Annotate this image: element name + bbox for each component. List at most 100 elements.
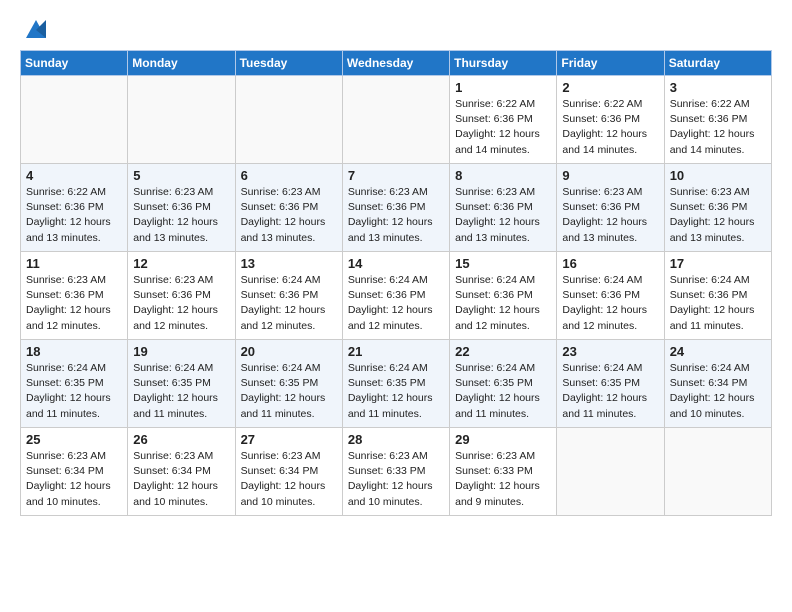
day-detail: Sunrise: 6:24 AMSunset: 6:36 PMDaylight:…: [562, 273, 659, 334]
day-number: 5: [133, 168, 230, 183]
calendar-week-3: 11 Sunrise: 6:23 AMSunset: 6:36 PMDayligh…: [21, 252, 772, 340]
day-number: 9: [562, 168, 659, 183]
days-of-week-row: SundayMondayTuesdayWednesdayThursdayFrid…: [21, 51, 772, 76]
calendar-cell: 8 Sunrise: 6:23 AMSunset: 6:36 PMDaylight…: [450, 164, 557, 252]
calendar-cell: 11Sunrise: 6:23 AMSunset: 6:36 PMDayligh…: [21, 252, 128, 340]
calendar-cell: 29Sunrise: 6:23 AMSunset: 6:33 PMDayligh…: [450, 428, 557, 516]
calendar-cell: 21 Sunrise: 6:24 AMSunset: 6:35 PMDayligh…: [342, 340, 449, 428]
day-detail: Sunrise: 6:22 AMSunset: 6:36 PMDaylight:…: [26, 185, 123, 246]
day-detail: Sunrise: 6:24 AMSunset: 6:35 PMDaylight:…: [241, 361, 338, 422]
calendar-cell: 27 Sunrise: 6:23 AMSunset: 6:34 PMDayligh…: [235, 428, 342, 516]
day-detail: Sunrise: 6:24 AMSunset: 6:36 PMDaylight:…: [670, 273, 767, 334]
day-number: 7: [348, 168, 445, 183]
calendar-cell: 22Sunrise: 6:24 AMSunset: 6:35 PMDayligh…: [450, 340, 557, 428]
calendar-cell: 9 Sunrise: 6:23 AMSunset: 6:36 PMDaylight…: [557, 164, 664, 252]
calendar-cell: 18Sunrise: 6:24 AMSunset: 6:35 PMDayligh…: [21, 340, 128, 428]
calendar-table: SundayMondayTuesdayWednesdayThursdayFrid…: [20, 50, 772, 516]
day-detail: Sunrise: 6:24 AMSunset: 6:34 PMDaylight:…: [670, 361, 767, 422]
day-number: 14: [348, 256, 445, 271]
calendar-cell: 17 Sunrise: 6:24 AMSunset: 6:36 PMDayligh…: [664, 252, 771, 340]
day-of-week-sunday: Sunday: [21, 51, 128, 76]
calendar-cell: 24 Sunrise: 6:24 AMSunset: 6:34 PMDayligh…: [664, 340, 771, 428]
day-detail: Sunrise: 6:23 AMSunset: 6:34 PMDaylight:…: [133, 449, 230, 510]
day-number: 20: [241, 344, 338, 359]
calendar-cell: 19Sunrise: 6:24 AMSunset: 6:35 PMDayligh…: [128, 340, 235, 428]
day-detail: Sunrise: 6:24 AMSunset: 6:35 PMDaylight:…: [562, 361, 659, 422]
day-detail: Sunrise: 6:23 AMSunset: 6:36 PMDaylight:…: [133, 185, 230, 246]
day-detail: Sunrise: 6:23 AMSunset: 6:36 PMDaylight:…: [133, 273, 230, 334]
calendar-week-1: 1 Sunrise: 6:22 AMSunset: 6:36 PMDaylight…: [21, 76, 772, 164]
day-detail: Sunrise: 6:23 AMSunset: 6:34 PMDaylight:…: [26, 449, 123, 510]
calendar-cell: 10Sunrise: 6:23 AMSunset: 6:36 PMDayligh…: [664, 164, 771, 252]
day-detail: Sunrise: 6:23 AMSunset: 6:33 PMDaylight:…: [455, 449, 552, 510]
day-number: 18: [26, 344, 123, 359]
day-detail: Sunrise: 6:24 AMSunset: 6:36 PMDaylight:…: [241, 273, 338, 334]
logo-icon: [22, 16, 50, 44]
day-detail: Sunrise: 6:23 AMSunset: 6:34 PMDaylight:…: [241, 449, 338, 510]
calendar-cell: 28 Sunrise: 6:23 AMSunset: 6:33 PMDayligh…: [342, 428, 449, 516]
calendar-cell: 13 Sunrise: 6:24 AMSunset: 6:36 PMDayligh…: [235, 252, 342, 340]
day-number: 11: [26, 256, 123, 271]
day-number: 27: [241, 432, 338, 447]
day-number: 15: [455, 256, 552, 271]
day-detail: Sunrise: 6:23 AMSunset: 6:36 PMDaylight:…: [455, 185, 552, 246]
calendar-cell: 4 Sunrise: 6:22 AMSunset: 6:36 PMDaylight…: [21, 164, 128, 252]
day-number: 8: [455, 168, 552, 183]
day-number: 25: [26, 432, 123, 447]
day-number: 16: [562, 256, 659, 271]
day-number: 6: [241, 168, 338, 183]
day-number: 26: [133, 432, 230, 447]
day-number: 21: [348, 344, 445, 359]
calendar-header: SundayMondayTuesdayWednesdayThursdayFrid…: [21, 51, 772, 76]
calendar-cell: 1 Sunrise: 6:22 AMSunset: 6:36 PMDaylight…: [450, 76, 557, 164]
calendar-cell: [235, 76, 342, 164]
day-of-week-monday: Monday: [128, 51, 235, 76]
calendar-cell: [342, 76, 449, 164]
day-of-week-friday: Friday: [557, 51, 664, 76]
calendar-cell: 6 Sunrise: 6:23 AMSunset: 6:36 PMDaylight…: [235, 164, 342, 252]
calendar-week-5: 25 Sunrise: 6:23 AMSunset: 6:34 PMDayligh…: [21, 428, 772, 516]
day-detail: Sunrise: 6:23 AMSunset: 6:36 PMDaylight:…: [348, 185, 445, 246]
day-of-week-saturday: Saturday: [664, 51, 771, 76]
calendar-cell: 20 Sunrise: 6:24 AMSunset: 6:35 PMDayligh…: [235, 340, 342, 428]
day-number: 17: [670, 256, 767, 271]
day-number: 1: [455, 80, 552, 95]
day-detail: Sunrise: 6:24 AMSunset: 6:36 PMDaylight:…: [348, 273, 445, 334]
calendar-cell: 3 Sunrise: 6:22 AMSunset: 6:36 PMDaylight…: [664, 76, 771, 164]
calendar-cell: [21, 76, 128, 164]
calendar-cell: 15 Sunrise: 6:24 AMSunset: 6:36 PMDayligh…: [450, 252, 557, 340]
day-detail: Sunrise: 6:22 AMSunset: 6:36 PMDaylight:…: [455, 97, 552, 158]
calendar-cell: 12 Sunrise: 6:23 AMSunset: 6:36 PMDayligh…: [128, 252, 235, 340]
calendar-cell: 16 Sunrise: 6:24 AMSunset: 6:36 PMDayligh…: [557, 252, 664, 340]
day-number: 3: [670, 80, 767, 95]
calendar-cell: 26 Sunrise: 6:23 AMSunset: 6:34 PMDayligh…: [128, 428, 235, 516]
day-number: 28: [348, 432, 445, 447]
calendar-cell: [664, 428, 771, 516]
day-detail: Sunrise: 6:23 AMSunset: 6:36 PMDaylight:…: [241, 185, 338, 246]
day-number: 22: [455, 344, 552, 359]
day-detail: Sunrise: 6:24 AMSunset: 6:35 PMDaylight:…: [348, 361, 445, 422]
day-detail: Sunrise: 6:22 AMSunset: 6:36 PMDaylight:…: [670, 97, 767, 158]
logo: [20, 20, 50, 44]
calendar-cell: 14 Sunrise: 6:24 AMSunset: 6:36 PMDayligh…: [342, 252, 449, 340]
day-number: 12: [133, 256, 230, 271]
calendar-week-4: 18 Sunrise: 6:24 AMSunset: 6:35 PMDayligh…: [21, 340, 772, 428]
day-number: 13: [241, 256, 338, 271]
day-detail: Sunrise: 6:24 AMSunset: 6:36 PMDaylight:…: [455, 273, 552, 334]
day-detail: Sunrise: 6:22 AMSunset: 6:36 PMDaylight:…: [562, 97, 659, 158]
calendar-cell: [128, 76, 235, 164]
day-number: 4: [26, 168, 123, 183]
page-header: [20, 16, 772, 44]
calendar-cell: 7 Sunrise: 6:23 AMSunset: 6:36 PMDaylight…: [342, 164, 449, 252]
day-detail: Sunrise: 6:23 AMSunset: 6:36 PMDaylight:…: [562, 185, 659, 246]
calendar-cell: 25 Sunrise: 6:23 AMSunset: 6:34 PMDayligh…: [21, 428, 128, 516]
calendar-body: 1 Sunrise: 6:22 AMSunset: 6:36 PMDaylight…: [21, 76, 772, 516]
day-number: 19: [133, 344, 230, 359]
day-detail: Sunrise: 6:23 AMSunset: 6:33 PMDaylight:…: [348, 449, 445, 510]
day-of-week-tuesday: Tuesday: [235, 51, 342, 76]
day-of-week-wednesday: Wednesday: [342, 51, 449, 76]
calendar-cell: 2Sunrise: 6:22 AMSunset: 6:36 PMDaylight…: [557, 76, 664, 164]
calendar-cell: 23 Sunrise: 6:24 AMSunset: 6:35 PMDayligh…: [557, 340, 664, 428]
day-number: 24: [670, 344, 767, 359]
day-number: 23: [562, 344, 659, 359]
